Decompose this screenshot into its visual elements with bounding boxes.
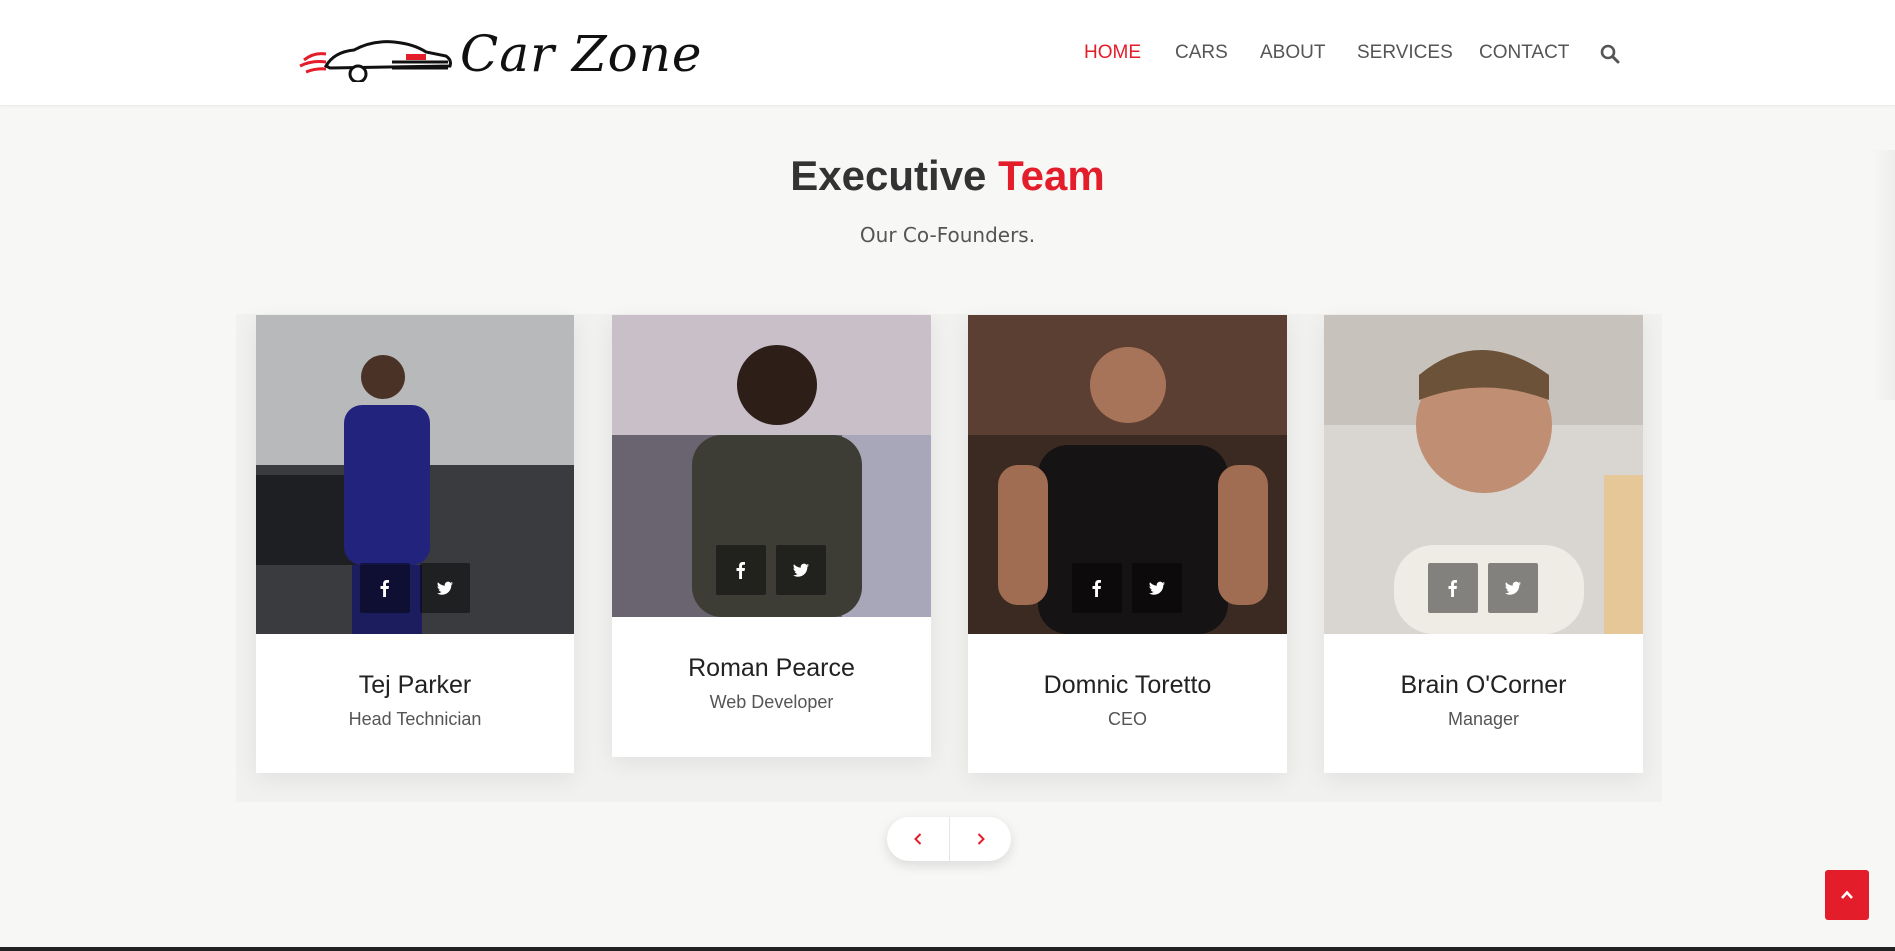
carousel-prev-button[interactable] [887,817,949,861]
facebook-icon[interactable] [716,545,766,595]
team-member-role: Head Technician [348,709,482,729]
team-card-tej: Tej Parker Head Technician [256,315,574,773]
team-member-role: CEO [1107,709,1147,729]
section-title-accent: Team [998,152,1105,199]
nav-item-home[interactable]: HOME [1084,42,1141,64]
social-links [360,563,470,613]
site-logo[interactable]: Car Zone [296,22,703,86]
twitter-icon[interactable] [1132,563,1182,613]
facebook-icon[interactable] [1428,563,1478,613]
twitter-icon[interactable] [1488,563,1538,613]
facebook-icon[interactable] [360,563,410,613]
chevron-up-icon [1841,890,1853,899]
page-bottom-bar [0,947,1895,951]
chevron-right-icon [977,833,985,845]
carousel-nav [887,817,1011,861]
team-card-roman: Roman Pearce Web Developer [612,315,931,757]
search-icon[interactable] [1600,44,1620,64]
team-member-role: Web Developer [709,692,834,712]
section-subtitle: Our Co-Founders. [859,223,1036,247]
chevron-left-icon [914,833,922,845]
twitter-icon[interactable] [776,545,826,595]
social-links [1072,563,1182,613]
team-member-name: Tej Parker [358,671,472,699]
edge-shadow [1872,150,1895,400]
nav-item-about[interactable]: ABOUT [1260,42,1325,64]
logo-text: Car Zone [460,25,703,83]
section-title-main: Executive [790,152,987,199]
team-card-brain: Brain O'Corner Manager [1324,315,1643,773]
team-card-domnic: Domnic Toretto CEO [968,315,1287,773]
team-member-name: Domnic Toretto [1043,671,1212,699]
nav-item-cars[interactable]: CARS [1175,42,1228,64]
site-header: Car Zone HOME CARS ABOUT SERVICES CONTAC… [0,0,1895,106]
team-member-name: Brain O'Corner [1400,671,1567,699]
social-links [716,545,826,595]
back-to-top-button[interactable] [1825,870,1869,920]
social-links [1428,563,1538,613]
nav-item-services[interactable]: SERVICES [1357,42,1453,64]
twitter-icon[interactable] [420,563,470,613]
facebook-icon[interactable] [1072,563,1122,613]
car-logo-icon [299,40,452,82]
team-member-name: Roman Pearce [688,654,855,682]
team-member-role: Manager [1447,709,1520,729]
nav-item-contact[interactable]: CONTACT [1479,42,1569,64]
section-title: Executive Team [0,152,1895,200]
carousel-next-button[interactable] [949,817,1011,861]
